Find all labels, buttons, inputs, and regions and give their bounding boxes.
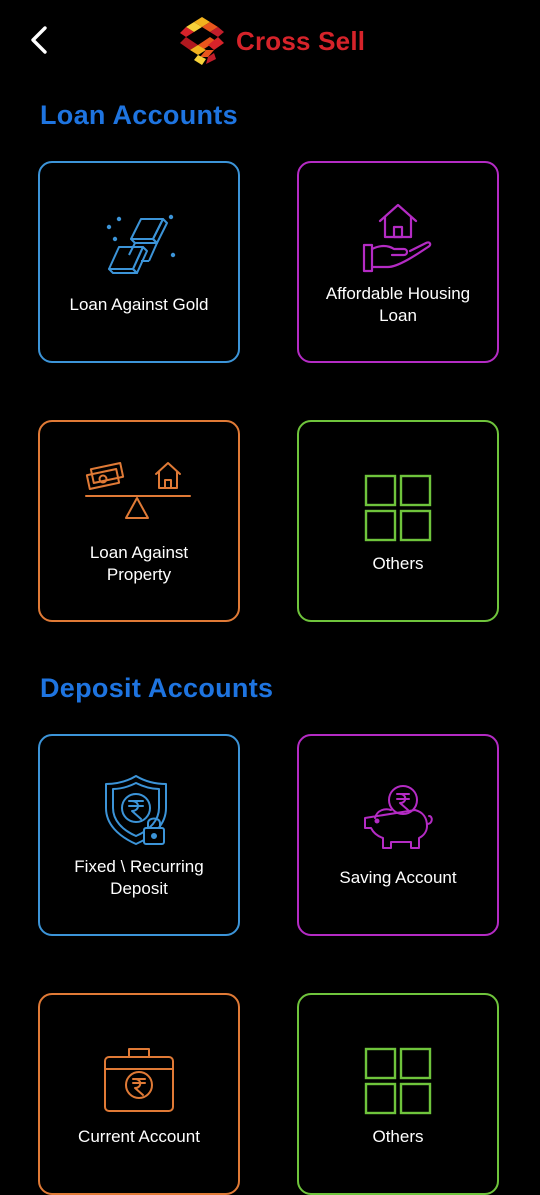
grid-icon [364, 1047, 432, 1115]
section-title-loan-accounts: Loan Accounts [40, 100, 238, 130]
house-in-hand-icon [362, 203, 432, 273]
cross-sell-logo [180, 17, 224, 65]
rupee-briefcase-icon [104, 1048, 174, 1112]
piggy-bank-icon [364, 785, 433, 849]
section-title-deposit-accounts: Deposit Accounts [40, 673, 274, 703]
card-label: Loan Against Property [89, 543, 189, 584]
brand: Cross Sell [178, 14, 365, 68]
money-house-balance-icon [85, 462, 191, 519]
grid-icon [364, 474, 432, 542]
card-label: Fixed \ Recurring Deposit [74, 857, 204, 898]
chevron-left-icon [31, 26, 47, 54]
gold-bars-icon [106, 214, 176, 274]
card-label: Saving Account [339, 868, 457, 887]
app-header: Cross Sell [0, 0, 540, 82]
card-label: Others [372, 1127, 424, 1146]
card-fixed-recurring-deposit[interactable]: Fixed \ Recurring Deposit [38, 734, 240, 936]
card-affordable-housing-loan[interactable]: Affordable Housing Loan [297, 161, 499, 363]
card-label: Current Account [78, 1127, 200, 1146]
page-title: Cross Sell [236, 25, 366, 56]
card-saving-account[interactable]: Saving Account [297, 734, 499, 936]
card-loan-others[interactable]: Others [297, 420, 499, 622]
card-label: Others [372, 554, 424, 573]
back-button[interactable] [22, 22, 58, 58]
card-label: Affordable Housing Loan [325, 284, 471, 325]
card-loan-against-gold[interactable]: Loan Against Gold [38, 161, 240, 363]
card-label: Loan Against Gold [69, 295, 209, 314]
card-deposit-others[interactable]: Others [297, 993, 499, 1195]
card-loan-against-property[interactable]: Loan Against Property [38, 420, 240, 622]
rupee-shield-lock-icon [105, 775, 167, 845]
card-current-account[interactable]: Current Account [38, 993, 240, 1195]
